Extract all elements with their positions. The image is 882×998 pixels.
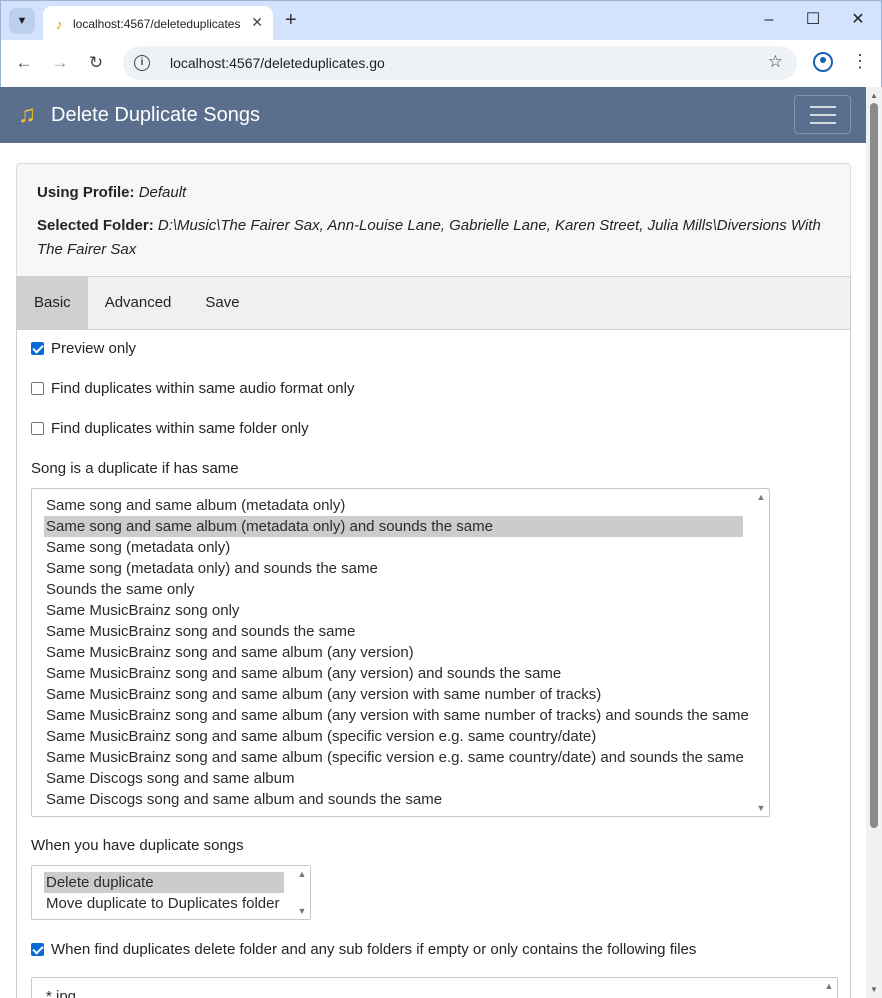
back-arrow-icon[interactable]: ← xyxy=(13,52,35,74)
page-scrollbar[interactable]: ▲ ▼ xyxy=(866,87,882,998)
criteria-option[interactable]: Same MusicBrainz song and same album (an… xyxy=(44,663,743,684)
tab-title: localhost:4567/deleteduplicates xyxy=(73,16,241,31)
duplicate-action-label: When you have duplicate songs xyxy=(31,837,244,854)
scrollbar-thumb[interactable] xyxy=(870,103,878,828)
scroll-down-icon[interactable]: ▼ xyxy=(756,803,766,813)
delete-folder-checkbox[interactable] xyxy=(31,943,44,956)
scroll-up-icon[interactable]: ▲ xyxy=(870,91,878,100)
address-bar[interactable]: i localhost:4567/deleteduplicates.go ☆ xyxy=(123,46,797,80)
browser-toolbar: ← → ↻ i localhost:4567/deleteduplicates.… xyxy=(0,40,882,87)
preview-only-checkbox[interactable] xyxy=(31,342,44,355)
navbar-title[interactable]: Delete Duplicate Songs xyxy=(51,104,260,127)
criteria-option[interactable]: Same song and same album (metadata only) xyxy=(44,495,743,516)
profile-value: Default xyxy=(138,184,187,201)
delete-folder-row[interactable]: When find duplicates delete folder and a… xyxy=(31,941,696,958)
criteria-option[interactable]: Same MusicBrainz song and same album (an… xyxy=(44,684,743,705)
criteria-option[interactable]: Same MusicBrainz song only xyxy=(44,600,743,621)
close-icon[interactable]: ✕ xyxy=(251,14,263,31)
profile-line: Using Profile: Default xyxy=(37,181,830,205)
reload-icon[interactable]: ↻ xyxy=(85,52,107,74)
criteria-option[interactable]: Same MusicBrainz song and same album (sp… xyxy=(44,726,743,747)
folder-line: Selected Folder: D:\Music\The Fairer Sax… xyxy=(37,214,830,262)
same-folder-label[interactable]: Find duplicates within same folder only xyxy=(51,420,309,437)
hamburger-menu-button[interactable] xyxy=(794,95,851,134)
action-option[interactable]: Delete duplicate xyxy=(44,872,284,893)
scroll-up-icon[interactable]: ▲ xyxy=(756,492,766,502)
duplicate-criteria-label: Song is a duplicate if has same xyxy=(31,460,239,477)
tab-save[interactable]: Save xyxy=(188,277,256,329)
folder-label: Selected Folder: xyxy=(37,217,154,234)
new-tab-button[interactable]: + xyxy=(285,9,297,31)
same-folder-row[interactable]: Find duplicates within same folder only xyxy=(31,420,309,437)
criteria-option[interactable]: Same song and same album (metadata only)… xyxy=(44,516,743,537)
criteria-option[interactable]: Same MusicBrainz song and sounds the sam… xyxy=(44,621,743,642)
scroll-up-icon[interactable]: ▲ xyxy=(824,981,834,991)
delete-folder-files-textarea[interactable]: *.jpg ▲ xyxy=(31,977,838,998)
minimize-button[interactable]: – xyxy=(757,9,781,31)
navbar: ♫ Delete Duplicate Songs xyxy=(0,87,866,143)
criteria-option[interactable]: Same MusicBrainz song and same album (sp… xyxy=(44,747,744,768)
delete-folder-label[interactable]: When find duplicates delete folder and a… xyxy=(51,941,696,958)
criteria-option[interactable]: Same MusicBrainz song and same album (an… xyxy=(44,705,749,726)
scroll-down-icon[interactable]: ▼ xyxy=(870,985,878,994)
maximize-button[interactable]: ☐ xyxy=(801,9,825,31)
forward-arrow-icon[interactable]: → xyxy=(49,52,71,74)
page-viewport: ♫ Delete Duplicate Songs Using Profile: … xyxy=(0,87,866,998)
same-format-label[interactable]: Find duplicates within same audio format… xyxy=(51,380,355,397)
criteria-option[interactable]: Same song (metadata only) and sounds the… xyxy=(44,558,743,579)
tab-basic[interactable]: Basic xyxy=(17,277,88,329)
duplicate-criteria-listbox[interactable]: Same song and same album (metadata only)… xyxy=(31,488,770,817)
scroll-down-icon[interactable]: ▼ xyxy=(297,906,307,916)
folder-value: D:\Music\The Fairer Sax, Ann-Louise Lane… xyxy=(37,217,821,258)
url-text[interactable]: localhost:4567/deleteduplicates.go xyxy=(170,55,385,71)
more-menu-icon[interactable]: ⋮ xyxy=(851,51,869,71)
close-window-button[interactable]: ✕ xyxy=(846,9,870,31)
criteria-option[interactable]: Same Discogs song and same album and sou… xyxy=(44,789,743,810)
duplicate-action-listbox[interactable]: Delete duplicate Move duplicate to Duplic… xyxy=(31,865,311,920)
browser-tabstrip: ▼ ♪ localhost:4567/deleteduplicates ✕ + … xyxy=(0,0,882,41)
preview-only-label[interactable]: Preview only xyxy=(51,340,136,357)
chevron-down-icon: ▼ xyxy=(16,15,28,27)
profile-info-card: Using Profile: Default Selected Folder: … xyxy=(16,163,851,277)
star-icon[interactable]: ☆ xyxy=(768,52,783,72)
tab-search-button[interactable]: ▼ xyxy=(9,8,35,34)
criteria-option[interactable]: Same song (metadata only) xyxy=(44,537,743,558)
files-text[interactable]: *.jpg xyxy=(44,986,811,998)
info-icon[interactable]: i xyxy=(134,55,150,71)
action-option[interactable]: Move duplicate to Duplicates folder xyxy=(44,893,284,914)
criteria-option[interactable]: Same Discogs song and same album xyxy=(44,768,743,789)
criteria-option[interactable]: Sounds the same only xyxy=(44,579,743,600)
tab-advanced[interactable]: Advanced xyxy=(88,277,189,329)
same-folder-checkbox[interactable] xyxy=(31,422,44,435)
same-format-checkbox[interactable] xyxy=(31,382,44,395)
preview-only-row[interactable]: Preview only xyxy=(31,340,136,357)
same-format-row[interactable]: Find duplicates within same audio format… xyxy=(31,380,355,397)
music-note-icon: ♪ xyxy=(55,15,63,32)
music-note-icon: ♫ xyxy=(18,101,36,128)
scroll-up-icon[interactable]: ▲ xyxy=(297,869,307,879)
profile-icon[interactable] xyxy=(813,52,833,72)
browser-tab[interactable]: ♪ localhost:4567/deleteduplicates ✕ xyxy=(43,6,273,41)
basic-tab-content: Preview only Find duplicates within same… xyxy=(16,330,851,998)
settings-tabs: Basic Advanced Save xyxy=(16,276,851,330)
profile-label: Using Profile: xyxy=(37,184,135,201)
criteria-option[interactable]: Same MusicBrainz song and same album (an… xyxy=(44,642,743,663)
